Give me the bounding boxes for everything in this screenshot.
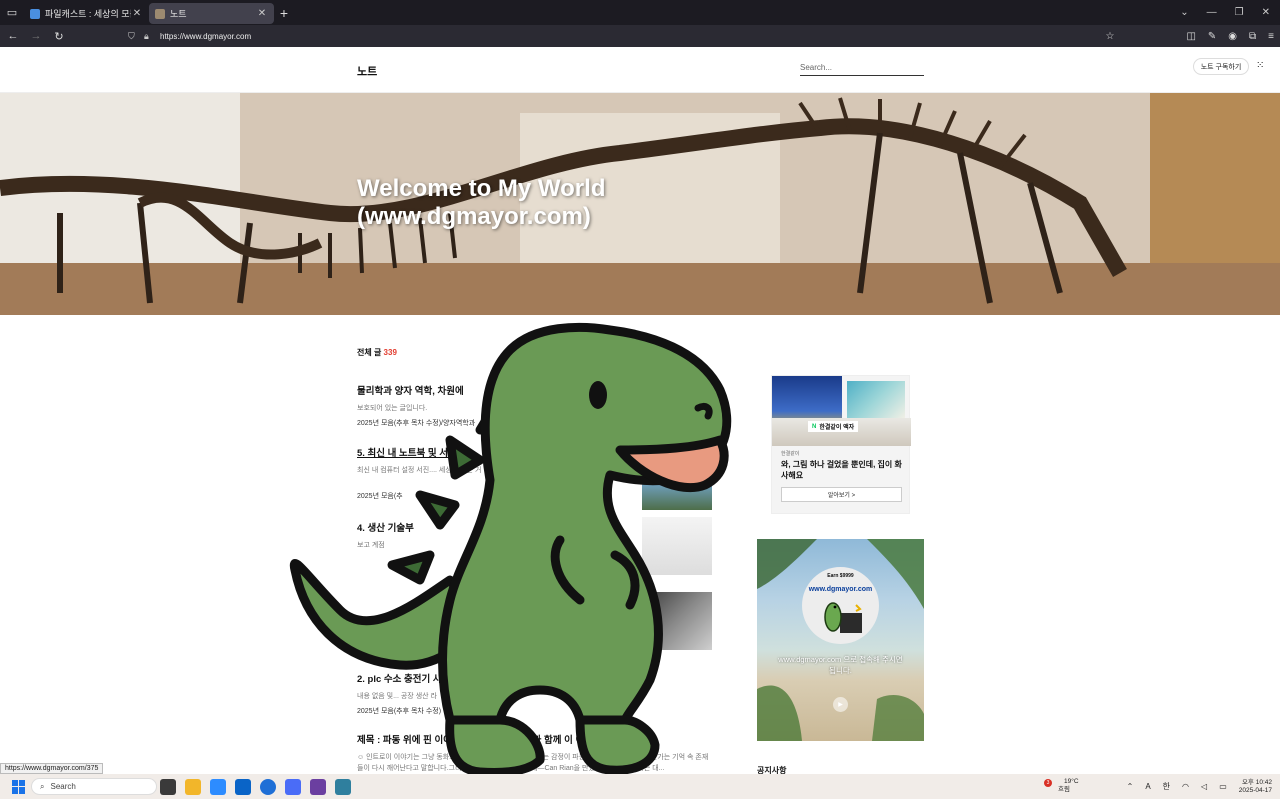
tab-title: 파일캐스트 : 세상의 모든 파일 bbox=[45, 9, 131, 19]
filecast-favicon-icon bbox=[30, 8, 40, 19]
forward-arrow-icon[interactable]: → bbox=[26, 30, 46, 42]
sidebar-ad[interactable]: N 한결같이 액자 한결같이 와, 그림 하나 걸었을 뿐인데, 집이 화사해요 … bbox=[771, 375, 911, 514]
dino-mascot-icon bbox=[824, 602, 862, 633]
note-favicon-icon bbox=[155, 8, 165, 19]
blog-title[interactable]: 노트 bbox=[357, 63, 377, 79]
close-window-icon[interactable]: ✕ bbox=[1262, 7, 1270, 18]
chevron-down-icon[interactable]: ⌄ bbox=[1180, 7, 1188, 18]
task-view-icon[interactable] bbox=[160, 779, 176, 795]
ad-painting-image bbox=[847, 381, 905, 419]
ad-source: 한결같이 bbox=[781, 451, 800, 457]
back-arrow-icon[interactable]: ← bbox=[3, 30, 23, 42]
tab-list-icon[interactable]: ▭ bbox=[0, 0, 24, 25]
sidebar-promo[interactable]: Earn $9999 www.dgmayor.com www.dgmayor.c… bbox=[757, 539, 924, 741]
browser-tab-bar: ▭ 파일캐스트 : 세상의 모든 파일 ✕ 노트 ✕ + ⌄ — ❐ ✕ bbox=[0, 0, 1280, 25]
subscribe-button[interactable]: 노트 구독하기 bbox=[1193, 58, 1249, 75]
close-tab-icon[interactable]: ✕ bbox=[256, 8, 268, 19]
minimize-icon[interactable]: — bbox=[1207, 7, 1217, 18]
volume-icon[interactable]: ◁ bbox=[1201, 782, 1207, 791]
battery-icon[interactable]: ▭ bbox=[1219, 782, 1227, 791]
weather-widget[interactable]: 3 19°C 흐림 bbox=[1044, 778, 1079, 794]
browser-icon[interactable] bbox=[260, 779, 276, 795]
status-url-popup: https://www.dgmayor.com/375 bbox=[0, 763, 104, 774]
ad-cta-button[interactable]: 알아보기 > bbox=[781, 487, 902, 502]
grid-menu-icon[interactable]: ⁙ bbox=[1256, 60, 1268, 72]
weather-badge: 3 bbox=[1044, 779, 1052, 787]
messenger-icon[interactable] bbox=[285, 779, 301, 795]
hero-title-line2: (www.dgmayor.com) bbox=[357, 203, 591, 230]
clock[interactable]: 오후 10:42 2025-04-17 bbox=[1239, 779, 1272, 795]
file-explorer-icon[interactable] bbox=[185, 779, 201, 795]
language-a[interactable]: A bbox=[1145, 782, 1150, 791]
dinosaur-mascot-image bbox=[289, 322, 732, 774]
chevron-up-icon[interactable]: ⌃ bbox=[1127, 782, 1134, 791]
visual-studio-icon[interactable] bbox=[310, 779, 326, 795]
promo-earn-text: Earn $9999 bbox=[827, 573, 854, 579]
tab-filecast[interactable]: 파일캐스트 : 세상의 모든 파일 ✕ bbox=[24, 3, 149, 24]
tab-note[interactable]: 노트 ✕ bbox=[149, 3, 274, 24]
app-icon[interactable] bbox=[335, 779, 351, 795]
windows-taskbar: ⌕ Search 3 19°C 흐림 ⌃ A 한 ◠ ◁ ▭ 오후 10:42 … bbox=[0, 774, 1280, 799]
browser-nav-bar: ← → ↻ ⛉ 🔒︎ https://www.dgmayor.com ☆ ◫ ✎… bbox=[0, 25, 1280, 47]
notice-heading: 공지사항 bbox=[757, 766, 787, 774]
shield-icon[interactable]: ⛉ bbox=[128, 31, 138, 41]
ad-brand-badge: N 한결같이 액자 bbox=[808, 421, 859, 432]
promo-badge-image: Earn $9999 www.dgmayor.com bbox=[802, 567, 879, 644]
system-tray: ⌃ A 한 ◠ ◁ ▭ 오후 10:42 2025-04-17 bbox=[1127, 774, 1272, 799]
restore-icon[interactable]: ❐ bbox=[1235, 7, 1244, 18]
taskbar-search-label: Search bbox=[50, 782, 76, 791]
zoom-icon[interactable] bbox=[210, 779, 226, 795]
weather-temp: 19°C bbox=[1064, 778, 1079, 785]
tab-title: 노트 bbox=[170, 9, 187, 19]
search-icon: ⌕ bbox=[40, 781, 45, 791]
address-bar[interactable]: ⛉ 🔒︎ https://www.dgmayor.com bbox=[128, 28, 1118, 44]
toolbar-icons: ☆ ◫ ✎ ◉ ⧉ ≡ bbox=[1105, 25, 1274, 47]
tools-icon[interactable]: ✎ bbox=[1208, 31, 1216, 42]
site-header: 노트 Search... 노트 구독하기 ⁙ bbox=[0, 47, 1280, 93]
web-page: 노트 Search... 노트 구독하기 ⁙ Welcome to My Wor… bbox=[0, 47, 1280, 774]
clock-date: 2025-04-17 bbox=[1238, 786, 1272, 794]
promo-site-text: www.dgmayor.com bbox=[808, 586, 873, 593]
url-text: https://www.dgmayor.com bbox=[160, 31, 252, 41]
taskbar-apps bbox=[160, 777, 351, 797]
language-han[interactable]: 한 bbox=[1163, 781, 1170, 792]
bookmark-star-icon[interactable]: ☆ bbox=[1105, 31, 1114, 42]
reload-icon[interactable]: ↻ bbox=[49, 30, 69, 43]
weather-desc: 흐림 bbox=[1058, 786, 1070, 793]
outlook-icon[interactable] bbox=[235, 779, 251, 795]
window-controls: ⌄ — ❐ ✕ bbox=[1180, 0, 1280, 25]
pocket-icon[interactable]: ◫ bbox=[1186, 31, 1195, 42]
close-tab-icon[interactable]: ✕ bbox=[131, 8, 143, 19]
account-icon[interactable]: ◉ bbox=[1228, 31, 1237, 42]
promo-text: www.dgmayor.com 으로 접속해 주시면 됩니다. bbox=[778, 655, 903, 675]
hero-title-line1: Welcome to My World bbox=[357, 175, 606, 202]
hero-title: Welcome to My World (www.dgmayor.com) bbox=[357, 175, 737, 231]
search-input[interactable]: Search... bbox=[800, 60, 924, 76]
new-tab-button[interactable]: + bbox=[274, 5, 294, 21]
naver-icon: N bbox=[812, 423, 817, 430]
clock-time: 오후 10:42 bbox=[1241, 778, 1272, 786]
extensions-icon[interactable]: ⧉ bbox=[1249, 31, 1256, 42]
ad-headline[interactable]: 와, 그림 하나 걸었을 뿐인데, 집이 화사해요 bbox=[781, 459, 906, 481]
lock-icon[interactable]: 🔒︎ bbox=[144, 31, 154, 41]
menu-icon[interactable]: ≡ bbox=[1268, 31, 1274, 42]
youtube-icon[interactable]: ▶ bbox=[833, 697, 848, 712]
taskbar-search-input[interactable]: ⌕ Search bbox=[31, 778, 157, 795]
ad-brand-name: 한결같이 액자 bbox=[819, 425, 855, 431]
windows-start-icon[interactable] bbox=[12, 779, 26, 794]
wifi-icon[interactable]: ◠ bbox=[1182, 782, 1189, 791]
